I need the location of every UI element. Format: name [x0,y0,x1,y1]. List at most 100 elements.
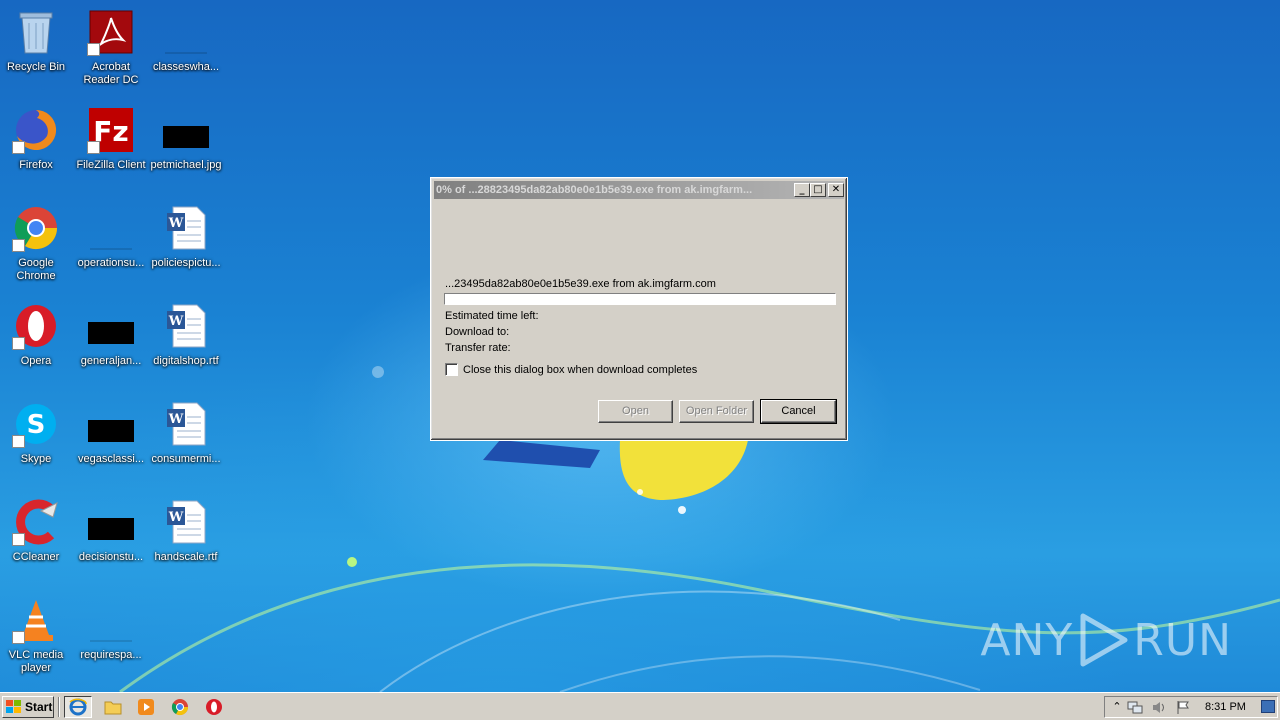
shortcut-arrow-icon [12,631,25,644]
watermark-text-right: RUN [1133,614,1232,666]
desktop-icon-requirespa[interactable]: requirespa... [74,592,148,688]
close-when-complete-checkbox[interactable] [445,363,458,376]
ccleaner-icon [12,498,60,546]
opera-icon [206,699,222,715]
redacted-thumbnail-icon [87,302,135,350]
system-tray: ⌃ 8:31 PM [1104,696,1278,718]
desktop-icon-firefox[interactable]: Firefox [0,102,73,198]
windows-logo-icon [6,700,21,713]
firefox-icon [12,106,60,154]
taskbar: Start ⌃ 8:31 PM [0,692,1280,720]
redacted-thumbnail-icon [87,400,135,448]
open-folder-button[interactable]: Open Folder [679,400,754,423]
desktop-icon-label: Skype [20,453,52,465]
desktop-icon-label: consumermi... [151,453,221,465]
shortcut-arrow-icon [12,239,25,252]
desktop-icon-label: handscale.rtf [154,551,218,563]
desktop-icon-label: Opera [20,355,52,367]
desktop-icon-label: Google Chrome [16,257,56,282]
desktop-icon-label: digitalshop.rtf [153,355,219,367]
open-button[interactable]: Open [598,400,673,423]
vlc-icon [12,596,60,644]
taskbar-file-explorer[interactable] [99,696,127,718]
close-button[interactable]: ✕ [828,183,844,197]
shortcut-arrow-icon [12,337,25,350]
taskbar-opera[interactable] [200,696,228,718]
taskbar-media-player[interactable] [132,696,160,718]
desktop-icon-label: requirespa... [80,649,142,661]
download-progress-bar [444,293,836,305]
download-progress-dialog: 0% of ...28823495da82ab80e0e1b5e39.exe f… [430,177,848,441]
taskbar-internet-explorer[interactable] [64,696,92,718]
taskbar-clock[interactable]: 8:31 PM [1205,697,1246,717]
shortcut-arrow-icon [12,435,25,448]
close-when-complete-label[interactable]: Close this dialog box when download comp… [463,364,697,376]
desktop-icon-ccleaner[interactable]: CCleaner [0,494,73,590]
desktop-icon-decisionstu[interactable]: decisionstu... [74,494,148,590]
cancel-button[interactable]: Cancel [760,399,837,424]
desktop-icon-label: generaljan... [80,355,142,367]
opera-icon [12,302,60,350]
taskbar-chrome[interactable] [166,696,194,718]
desktop-icon-label: Acrobat Reader DC [83,61,139,86]
download-to-label: Download to: [445,326,510,338]
desktop-icon-petmichael[interactable]: petmichael.jpg [149,102,223,198]
minimize-button[interactable]: _ [794,183,810,197]
svg-text:W: W [168,216,184,231]
desktop-icon-label: FileZilla Client [76,159,146,171]
desktop-icon-label: classeswha... [152,61,220,73]
desktop-icon-policiespictu[interactable]: W policiespictu... [149,200,223,296]
dialog-title-bar[interactable]: 0% of ...28823495da82ab80e0e1b5e39.exe f… [434,181,844,199]
desktop-icon-acrobat-reader[interactable]: Acrobat Reader DC [74,4,148,100]
anyrun-watermark: ANY RUN [980,610,1232,670]
svg-text:W: W [168,510,184,525]
taskbar-divider [58,697,60,717]
desktop-icon-label: policiespictu... [151,257,221,269]
network-icon[interactable] [1127,700,1143,715]
filezilla-icon: Fz [87,106,135,154]
show-desktop-icon[interactable] [1261,700,1275,713]
word-document-icon: W [162,400,210,448]
watermark-text-left: ANY [980,614,1074,666]
maximize-button[interactable]: □ [810,183,826,197]
desktop-icon-opera[interactable]: Opera [0,298,73,394]
close-when-complete-option[interactable]: Close this dialog box when download comp… [445,363,697,376]
desktop-icon-label: CCleaner [12,551,60,563]
redacted-thumbnail-icon [87,498,135,546]
desktop-icon-consumermi[interactable]: W consumermi... [149,396,223,492]
shortcut-arrow-icon [87,141,100,154]
desktop-icon-vlc[interactable]: VLC media player [0,592,73,688]
desktop-icon-filezilla[interactable]: Fz FileZilla Client [74,102,148,198]
desktop-icon-digitalshop[interactable]: W digitalshop.rtf [149,298,223,394]
tray-expand-icon[interactable]: ⌃ [1109,700,1125,715]
folder-icon [104,701,122,715]
desktop-icon-skype[interactable]: S Skype [0,396,73,492]
chrome-icon [171,699,189,716]
download-file-text: ...23495da82ab80e0e1b5e39.exe from ak.im… [445,278,716,290]
word-document-icon: W [162,204,210,252]
desktop-icon-generaljan[interactable]: generaljan... [74,298,148,394]
recycle-bin-icon [12,8,60,56]
skype-icon: S [12,400,60,448]
desktop-icon-recycle-bin[interactable]: Recycle Bin [0,4,73,100]
estimated-time-label: Estimated time left: [445,310,539,322]
desktop-icon-label: decisionstu... [78,551,144,563]
desktop-icon-classeswha[interactable]: classeswha... [149,4,223,100]
start-label: Start [25,700,53,714]
svg-text:S: S [27,410,46,440]
volume-icon[interactable] [1151,700,1167,715]
desktop-icon-label: petmichael.jpg [150,159,222,171]
desktop-icon-google-chrome[interactable]: Google Chrome [0,200,73,296]
action-center-flag-icon[interactable] [1175,700,1191,715]
desktop-icon-vegasclassi[interactable]: vegasclassi... [74,396,148,492]
start-button[interactable]: Start [2,696,54,718]
desktop-icon-operationsu[interactable]: operationsu... [74,200,148,296]
play-logo-icon [1080,613,1128,667]
blank-file-icon [87,596,135,644]
svg-text:W: W [168,314,184,329]
desktop-icon-label: operationsu... [77,257,145,269]
blank-file-icon [162,8,210,56]
shortcut-arrow-icon [12,533,25,546]
desktop-icon-handscale[interactable]: W handscale.rtf [149,494,223,590]
desktop-icon-label: VLC media player [8,649,64,674]
